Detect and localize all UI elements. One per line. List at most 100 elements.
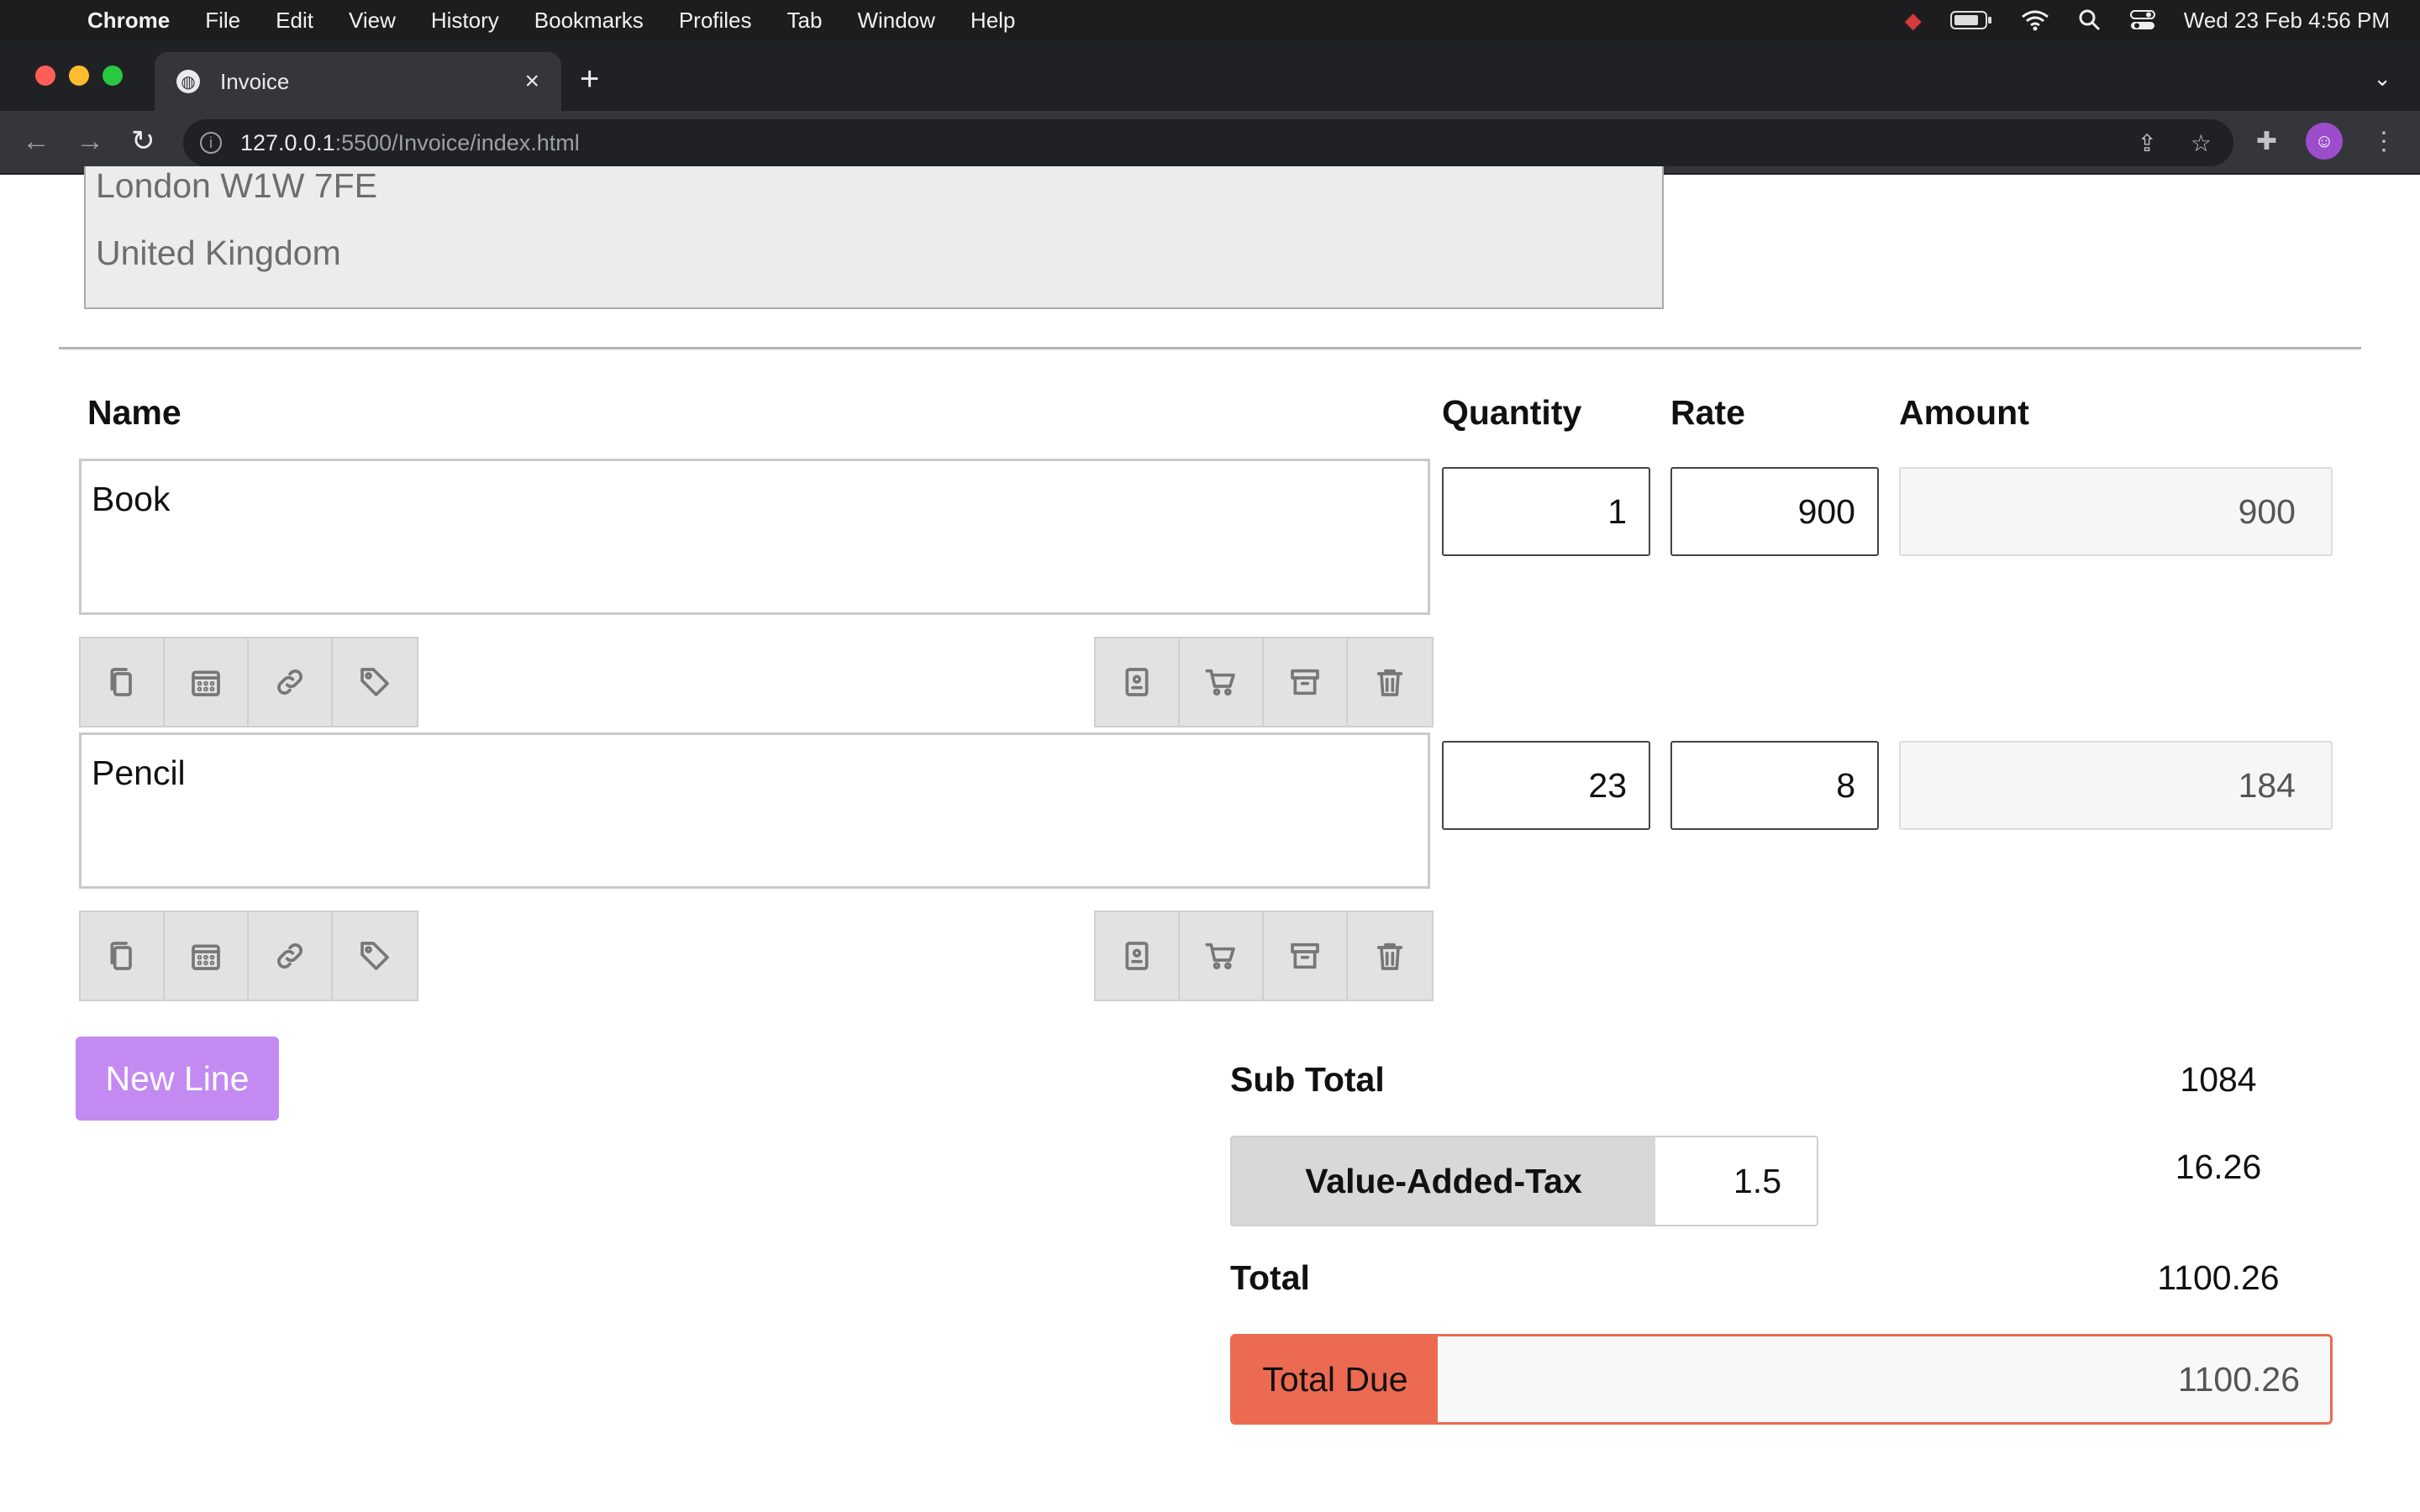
wifi-icon[interactable] [2021,9,2049,31]
column-header-name: Name [87,393,182,432]
total-due-label: Total Due [1233,1336,1438,1422]
window-minimize-button[interactable] [69,66,89,86]
cart-button[interactable] [1180,912,1264,1000]
total-due-group: Total Due 1100.26 [1230,1334,2333,1425]
share-icon[interactable]: ⇪ [2137,129,2156,157]
new-line-button[interactable]: New Line [76,1037,279,1121]
delete-button[interactable] [1348,638,1432,726]
column-header-rate: Rate [1670,393,1745,432]
security-shield-icon[interactable]: ◆ [1905,8,1922,34]
calendar-icon [192,944,220,970]
link-icon [277,943,302,969]
link-button[interactable] [249,638,333,726]
column-header-quantity: Quantity [1442,393,1582,432]
reload-icon[interactable]: ↻ [131,124,155,158]
total-label: Total [1230,1258,1310,1297]
contact-card-icon [1125,668,1149,696]
chrome-menu-kebab-icon[interactable]: ⋮ [2371,127,2396,156]
tab-search-chevron-icon[interactable]: ⌄ [2373,66,2391,92]
address-bar[interactable]: i 127.0.0.1:5500/Invoice/index.html ⇪ ☆ [183,119,2233,166]
trash-icon [1376,942,1403,970]
menu-tab[interactable]: Tab [787,8,823,34]
line-item-name-input[interactable]: Book [79,459,1430,615]
menu-help[interactable]: Help [971,8,1015,34]
cart-icon [1205,942,1235,969]
client-address-box[interactable]: London W1W 7FE United Kingdom [84,166,1664,309]
line-item-name-input[interactable]: Pencil [79,732,1430,889]
contact-card-button[interactable] [1096,912,1180,1000]
vat-rate-input[interactable]: 1.5 [1655,1137,1817,1225]
window-close-button[interactable] [35,66,55,86]
menu-bookmarks[interactable]: Bookmarks [534,8,644,34]
globe-icon: ◍ [176,70,200,93]
copy-button[interactable] [81,912,165,1000]
link-icon [277,669,302,695]
tag-button[interactable] [333,912,417,1000]
trash-icon [1376,669,1403,696]
line-item-amount-field: 900 [1899,467,2333,556]
browser-tab-invoice[interactable]: ◍ Invoice × [155,52,561,111]
tab-close-icon[interactable]: × [524,67,539,96]
address-line-postcode: London W1W 7FE [96,166,377,205]
archive-button[interactable] [1264,912,1348,1000]
copy-icon [110,668,132,696]
menu-profiles[interactable]: Profiles [679,8,752,34]
menu-app-chrome[interactable]: Chrome [87,8,170,34]
window-zoom-button[interactable] [103,66,123,86]
archive-button[interactable] [1264,638,1348,726]
calendar-button[interactable] [165,912,249,1000]
total-value: 1100.26 [2157,1258,2280,1297]
battery-icon[interactable] [1949,10,1992,30]
column-header-amount: Amount [1899,393,2029,432]
browser-toolbar: ← → ↻ i 127.0.0.1:5500/Invoice/index.htm… [0,111,2420,175]
menubar-status-area: ◆ Wed 23 Feb 4:56 PM [1905,0,2390,40]
extensions-puzzle-icon[interactable]: ✚ [2256,127,2277,156]
cart-button[interactable] [1180,638,1264,726]
archive-icon [1291,942,1319,969]
contact-card-button[interactable] [1096,638,1180,726]
total-due-value: 1100.26 [1438,1336,2330,1422]
forward-arrow-icon[interactable]: → [76,124,104,158]
menu-history[interactable]: History [431,8,499,34]
vat-amount-value: 16.26 [2175,1147,2262,1186]
calendar-button[interactable] [165,638,249,726]
line-item-toolbar-left [79,637,418,727]
subtotal-label: Sub Total [1230,1060,1385,1099]
tag-icon [360,942,389,970]
line-item-toolbar-right [1094,911,1434,1001]
subtotal-value: 1084 [2180,1060,2257,1099]
line-item-toolbar-right [1094,637,1434,727]
invoice-page: London W1W 7FE United Kingdom Name Quant… [0,166,2420,1512]
spotlight-search-icon[interactable] [2078,8,2102,32]
menu-window[interactable]: Window [857,8,934,34]
site-info-icon[interactable]: i [200,132,222,154]
bookmark-star-icon[interactable]: ☆ [2191,129,2212,157]
back-arrow-icon[interactable]: ← [22,124,50,158]
profile-avatar[interactable]: ☺ [2306,123,2343,160]
cart-icon [1205,669,1235,696]
menu-view[interactable]: View [349,8,396,34]
line-item-toolbar-left [79,911,418,1001]
control-center-icon[interactable] [2129,9,2155,31]
macos-menubar: Chrome File Edit View History Bookmarks … [0,0,2420,40]
url-host: 127.0.0.1 [240,129,335,155]
copy-button[interactable] [81,638,165,726]
menu-file[interactable]: File [205,8,240,34]
link-button[interactable] [249,912,333,1000]
address-line-country: United Kingdom [96,234,341,272]
copy-icon [110,942,132,970]
menubar-clock[interactable]: Wed 23 Feb 4:56 PM [2184,8,2390,34]
delete-button[interactable] [1348,912,1432,1000]
line-item-rate-input[interactable]: 8 [1670,741,1879,830]
section-divider [59,347,2361,349]
line-item-quantity-input[interactable]: 1 [1442,467,1650,556]
line-item-rate-input[interactable]: 900 [1670,467,1879,556]
tag-button[interactable] [333,638,417,726]
new-tab-plus-icon[interactable]: + [580,62,599,96]
url-path: :5500/Invoice/index.html [334,129,580,155]
line-item-quantity-input[interactable]: 23 [1442,741,1650,830]
vat-label: Value-Added-Tax [1232,1137,1655,1225]
menu-edit[interactable]: Edit [276,8,313,34]
line-item-amount-field: 184 [1899,741,2333,830]
calendar-icon [192,670,220,696]
